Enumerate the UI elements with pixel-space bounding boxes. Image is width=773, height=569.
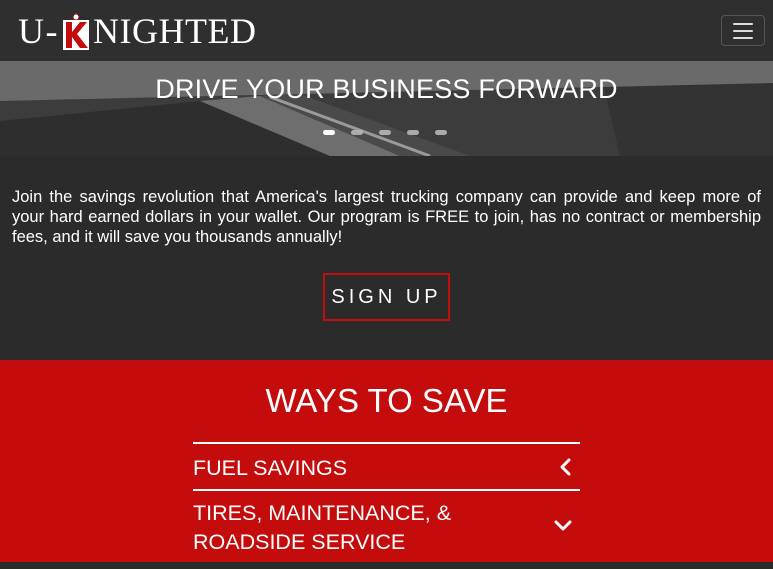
- hero-carousel: DRIVE YOUR BUSINESS FORWARD: [0, 61, 773, 156]
- accordion-label: FUEL SAVINGS: [193, 456, 348, 480]
- hero-title: DRIVE YOUR BUSINESS FORWARD: [155, 74, 618, 104]
- logo-suffix: NIGHTED: [93, 11, 257, 51]
- accordion-item-tires-maintenance[interactable]: TIRES, MAINTENANCE, & ROADSIDE SERVICE: [193, 489, 580, 569]
- intro-section: Join the savings revolution that America…: [0, 156, 773, 360]
- ways-to-save-section: WAYS TO SAVE FUEL SAVINGS TIRES, MAINTEN…: [0, 360, 773, 562]
- knight-k-emblem: [60, 12, 92, 50]
- carousel-dot-2[interactable]: [351, 130, 363, 135]
- carousel-dot-3[interactable]: [379, 130, 391, 135]
- chevron-left-icon: [560, 458, 571, 476]
- carousel-dot-1[interactable]: [323, 130, 335, 135]
- hamburger-icon[interactable]: [721, 15, 765, 46]
- accordion-item-fuel-savings[interactable]: FUEL SAVINGS: [193, 442, 580, 490]
- accordion-label: TIRES, MAINTENANCE, & ROADSIDE SERVICE: [193, 501, 452, 554]
- ways-title: WAYS TO SAVE: [265, 382, 508, 419]
- logo-prefix: U: [18, 11, 45, 51]
- navbar: U - NIGHTED: [0, 0, 773, 61]
- carousel-indicators: [323, 130, 447, 135]
- sign-up-button[interactable]: SIGN UP: [323, 273, 450, 321]
- carousel-dot-4[interactable]: [407, 130, 419, 135]
- carousel-dot-5[interactable]: [435, 130, 447, 135]
- chevron-down-icon: [554, 520, 572, 531]
- brand-logo[interactable]: U - NIGHTED: [18, 10, 256, 52]
- intro-text: Join the savings revolution that America…: [12, 188, 761, 246]
- logo-dash: -: [45, 11, 58, 51]
